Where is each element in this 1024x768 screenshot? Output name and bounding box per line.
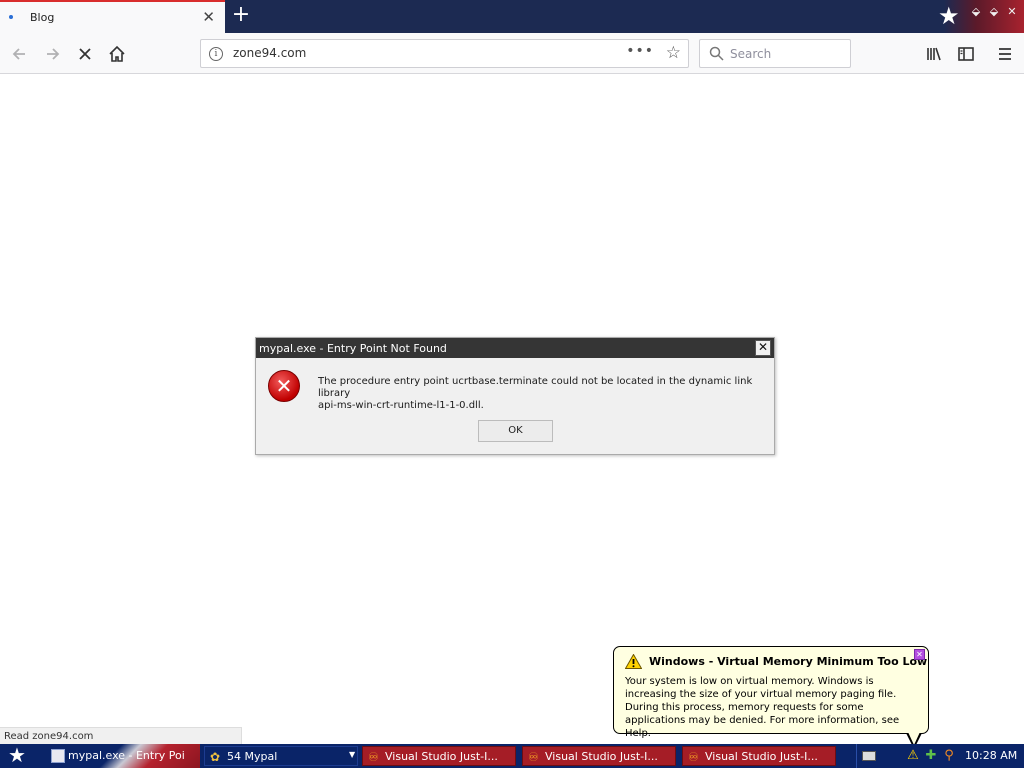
taskbar-item-label: Visual Studio Just-I... — [705, 750, 818, 763]
dialog-title: mypal.exe - Entry Point Not Found — [259, 342, 447, 355]
tab-strip: Blog ✕ + ★ ⬙ ⬙ ✕ — [0, 0, 1024, 33]
taskbar: ★ mypal.exe - Entry Poi ✿ 54 Mypal ▼ ♾ V… — [0, 744, 1024, 768]
star-icon: ★ — [938, 2, 960, 30]
sidebar-button[interactable] — [953, 41, 979, 67]
dialog-titlebar[interactable]: mypal.exe - Entry Point Not Found ✕ — [256, 338, 774, 358]
tray-warning-icon[interactable]: ⚠ — [905, 748, 921, 764]
dialog-message-line2: api-ms-win-crt-runtime-l1-1-0.dll. — [318, 400, 484, 411]
home-button[interactable] — [104, 41, 130, 67]
menu-button[interactable] — [992, 41, 1018, 67]
tray-network-icon[interactable]: ✚ — [923, 748, 939, 764]
error-icon: ✕ — [268, 370, 300, 402]
vs-debugger-icon: ♾ — [368, 750, 379, 764]
bookmark-star-icon[interactable]: ☆ — [666, 44, 681, 62]
maximize-icon[interactable]: ⬙ — [987, 5, 1001, 19]
hamburger-menu-icon — [999, 48, 1011, 60]
vs-debugger-icon: ♾ — [688, 750, 699, 764]
taskbar-item-mypal-error[interactable]: mypal.exe - Entry Poi — [46, 746, 196, 766]
forward-arrow-icon — [47, 48, 60, 60]
tab-blog[interactable]: Blog ✕ — [0, 0, 225, 33]
keyboard-icon[interactable] — [862, 751, 876, 761]
search-input[interactable] — [730, 45, 840, 63]
back-arrow-icon — [12, 48, 25, 60]
forward-button[interactable] — [40, 41, 66, 67]
new-tab-button[interactable]: + — [229, 4, 253, 28]
dialog-message: The procedure entry point ucrtbase.termi… — [318, 376, 768, 412]
minimize-icon[interactable]: ⬙ — [969, 5, 983, 19]
status-text: Read zone94.com — [0, 727, 242, 744]
close-window-icon[interactable]: ✕ — [1005, 5, 1019, 19]
notification-balloon[interactable]: Windows - Virtual Memory Minimum Too Low… — [613, 646, 929, 749]
stop-x-icon — [79, 48, 91, 60]
search-icon — [709, 46, 724, 61]
taskbar-item-mypal-group[interactable]: ✿ 54 Mypal — [204, 746, 358, 766]
back-button[interactable] — [6, 41, 32, 67]
page-actions-icon[interactable]: ••• — [626, 43, 654, 59]
balloon-title: Windows - Virtual Memory Minimum Too Low — [649, 655, 928, 668]
taskbar-item-vs-3[interactable]: ♾ Visual Studio Just-I... — [682, 746, 836, 766]
dialog-message-line1: The procedure entry point ucrtbase.termi… — [318, 376, 753, 399]
start-button[interactable]: ★ — [0, 744, 40, 768]
start-star-icon: ★ — [8, 743, 26, 767]
taskbar-item-label: 54 Mypal — [227, 750, 278, 763]
site-info-icon[interactable]: i — [209, 47, 223, 61]
balloon-text: Your system is low on virtual memory. Wi… — [625, 676, 900, 739]
stop-button[interactable] — [72, 41, 98, 67]
group-dropdown-icon[interactable]: ▼ — [349, 750, 355, 759]
url-bar[interactable]: i zone94.com ••• ☆ — [200, 39, 689, 68]
url-text[interactable]: zone94.com — [233, 46, 306, 60]
library-icon — [927, 47, 941, 61]
tab-title: Blog — [30, 11, 55, 24]
taskbar-item-label: mypal.exe - Entry Poi — [68, 749, 185, 762]
vs-debugger-icon: ♾ — [528, 750, 539, 764]
error-dialog: mypal.exe - Entry Point Not Found ✕ ✕ Th… — [255, 337, 775, 455]
window-icon — [51, 749, 65, 763]
home-icon — [109, 45, 125, 62]
warning-icon — [625, 654, 642, 669]
sidebar-icon — [958, 47, 974, 61]
tab-loading-icon — [9, 15, 13, 19]
tray-search-icon[interactable]: ⚲ — [941, 748, 957, 764]
taskbar-item-vs-2[interactable]: ♾ Visual Studio Just-I... — [522, 746, 676, 766]
mypal-icon: ✿ — [210, 750, 221, 764]
dialog-close-icon[interactable]: ✕ — [755, 340, 771, 356]
clock[interactable]: 10:28 AM — [965, 749, 1017, 762]
taskbar-item-vs-1[interactable]: ♾ Visual Studio Just-I... — [362, 746, 516, 766]
nav-toolbar: i zone94.com ••• ☆ — [0, 33, 1024, 74]
library-button[interactable] — [921, 41, 947, 67]
taskbar-item-label: Visual Studio Just-I... — [545, 750, 658, 763]
tab-close-icon[interactable]: ✕ — [202, 9, 215, 25]
system-tray: ⚠ ✚ ⚲ 10:28 AM — [856, 744, 1024, 768]
search-bar[interactable] — [699, 39, 851, 68]
balloon-close-icon[interactable]: ✕ — [914, 649, 925, 660]
taskbar-item-label: Visual Studio Just-I... — [385, 750, 498, 763]
ok-button[interactable]: OK — [478, 420, 553, 442]
